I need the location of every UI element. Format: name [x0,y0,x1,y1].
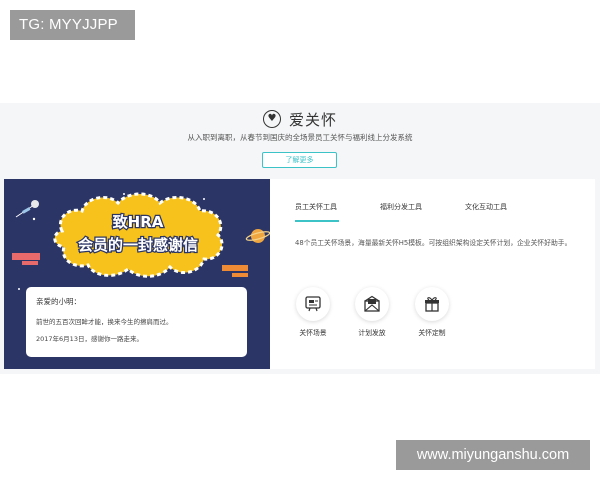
feature-care-scene[interactable]: 关怀场景 [288,287,338,337]
site-watermark: www.miyunganshu.com [396,440,590,470]
feature-plan-distribution[interactable]: 计划发放 [347,287,397,337]
tool-tabs: 员工关怀工具 福利分发工具 文化互动工具 [295,202,585,222]
section-title-row: ♥ 爱关怀 [0,108,600,130]
envelope-icon [364,295,380,312]
heart-icon: ♥ [262,110,281,128]
headline-line1: 致HRA [113,213,164,231]
feature-care-customize[interactable]: 关怀定制 [407,287,457,337]
banner-right [222,265,248,277]
letter-line: 2017年6月13日，感谢你一路走来。 [36,335,143,343]
star [32,217,36,221]
section-title: 爱关怀 [288,110,337,129]
letter-greeting: 亲爱的小明： [36,297,81,306]
headline-line2: 会员的一封感谢信 [78,236,198,254]
tab-employee-care[interactable]: 员工关怀工具 [295,202,337,212]
learn-more-button[interactable]: 了解更多 [262,152,337,168]
letter-line: 前世的五百次回眸才能，换来今生的擦肩而过。 [36,318,173,326]
feature-label: 关怀定制 [418,329,446,337]
star [18,288,20,290]
banner-left [12,253,40,265]
tab-description: 48个员工关怀场景，海量最新关怀H5模板。可按组织架构设定关怀计划，企业关怀好助… [295,239,572,247]
tab-culture-interaction[interactable]: 文化互动工具 [465,202,507,212]
tg-badge: TG: MYYJJPP [10,10,135,40]
planet-icon [245,229,270,243]
star [123,193,125,195]
tab-benefit-distribution[interactable]: 福利分发工具 [380,202,422,212]
thank-you-letter: 亲爱的小明： 前世的五百次回眸才能，换来今生的擦肩而过。 2017年6月13日，… [26,287,247,357]
feature-label: 计划发放 [358,329,386,337]
section-subtitle: 从入职到离职，从春节到国庆的全场景员工关怀与福利线上分发系统 [187,133,413,142]
active-tab-indicator [295,220,339,222]
gift-icon [425,297,439,312]
star [203,198,205,200]
scene-icon [305,296,321,312]
feature-label: 关怀场景 [299,329,327,337]
satellite-icon [15,200,39,218]
